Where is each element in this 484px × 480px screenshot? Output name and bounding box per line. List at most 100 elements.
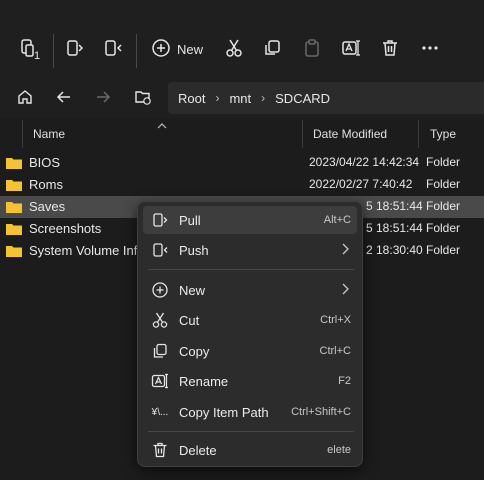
menu-item-shortcut: Alt+C xyxy=(323,214,351,226)
more-options-button[interactable] xyxy=(416,32,444,66)
copy-icon xyxy=(262,38,282,61)
rename-button[interactable] xyxy=(337,32,365,66)
forward-button[interactable] xyxy=(90,86,116,110)
row-type: Folder xyxy=(426,199,461,213)
folder-icon xyxy=(6,201,22,213)
home-icon xyxy=(16,88,34,109)
cut-button[interactable] xyxy=(220,32,248,66)
menu-item-label: Copy Item Path xyxy=(179,405,269,420)
pull-button[interactable] xyxy=(60,32,90,66)
push-icon xyxy=(151,241,169,259)
toolbar-divider xyxy=(136,34,137,68)
trash-icon xyxy=(380,38,400,61)
menu-item-label: Push xyxy=(179,243,209,258)
row-date: 5 18:51:44 xyxy=(366,199,423,213)
menu-item-label: Delete xyxy=(179,443,217,458)
breadcrumb-sdcard[interactable]: SDCARD xyxy=(275,91,330,106)
row-name: System Volume Inf xyxy=(29,243,138,258)
column-date-modified[interactable]: Date Modified xyxy=(313,127,387,141)
menu-item-shortcut: F2 xyxy=(338,375,351,387)
scissors-icon xyxy=(151,311,169,329)
row-date: 5 18:51:44 xyxy=(366,221,423,235)
menu-item-shortcut: Ctrl+C xyxy=(319,345,351,357)
clipboard-icon xyxy=(302,38,322,61)
menu-item-cut[interactable]: Cut Ctrl+X xyxy=(143,306,357,334)
row-type: Folder xyxy=(426,177,461,191)
copy-button[interactable] xyxy=(258,32,286,66)
row-name: BIOS xyxy=(29,155,61,170)
menu-separator xyxy=(148,431,354,432)
column-divider[interactable] xyxy=(302,120,303,148)
plus-circle-icon xyxy=(151,38,171,61)
copy-path-icon: ¥\... xyxy=(151,406,169,418)
toolbar-divider xyxy=(53,34,54,68)
menu-item-delete[interactable]: Delete elete xyxy=(143,436,357,464)
menu-item-label: Copy xyxy=(179,344,210,359)
rename-icon xyxy=(341,38,361,61)
chevron-right-icon: › xyxy=(215,91,220,105)
row-name: Saves xyxy=(29,199,66,214)
home-button[interactable] xyxy=(12,86,38,110)
row-type: Folder xyxy=(426,243,461,257)
column-divider[interactable] xyxy=(22,120,23,148)
column-divider[interactable] xyxy=(418,120,419,148)
arrow-left-icon xyxy=(55,88,73,109)
device-count-badge: 1 xyxy=(34,50,41,62)
pull-icon xyxy=(151,211,169,229)
folder-icon xyxy=(6,223,22,235)
arrow-right-icon xyxy=(94,88,112,109)
breadcrumb-mnt[interactable]: mnt xyxy=(229,91,251,106)
chevron-right-icon: › xyxy=(261,91,266,105)
new-button-label: New xyxy=(176,41,203,57)
menu-item-shortcut: Ctrl+Shift+C xyxy=(291,406,351,418)
folder-icon xyxy=(6,157,22,169)
pull-icon xyxy=(64,37,86,62)
table-row[interactable]: Roms 2022/02/27 7:40:42 Folder xyxy=(0,174,484,196)
column-header: Name Date Modified Type xyxy=(0,120,484,148)
chevron-right-icon xyxy=(339,282,351,299)
new-button[interactable]: New xyxy=(148,32,206,66)
row-date: 2022/02/27 7:40:42 xyxy=(309,177,413,191)
chevron-right-icon xyxy=(339,242,351,259)
plus-circle-icon xyxy=(151,281,169,299)
scissors-icon xyxy=(224,38,244,61)
table-row[interactable]: BIOS 2023/04/22 14:42:34 Folder xyxy=(0,152,484,174)
copy-icon xyxy=(151,342,169,360)
row-date: 2 18:30:40 xyxy=(366,243,423,257)
breadcrumb-root[interactable]: Root xyxy=(178,91,205,106)
row-name: Screenshots xyxy=(29,221,102,236)
menu-item-label: Rename xyxy=(179,374,229,389)
menu-item-copy-item-path[interactable]: ¥\... Copy Item Path Ctrl+Shift+C xyxy=(143,398,357,426)
delete-button[interactable] xyxy=(376,32,404,66)
folder-action-button[interactable] xyxy=(130,86,156,110)
push-icon xyxy=(102,37,124,62)
paste-button[interactable] xyxy=(298,32,326,66)
push-button[interactable] xyxy=(98,32,128,66)
command-bar: 1 New xyxy=(0,0,484,78)
folder-icon xyxy=(6,179,22,191)
row-type: Folder xyxy=(426,221,461,235)
back-button[interactable] xyxy=(51,86,77,110)
menu-separator xyxy=(148,269,354,270)
trash-icon xyxy=(151,441,169,459)
menu-item-push[interactable]: Push xyxy=(143,236,357,264)
menu-item-new[interactable]: New xyxy=(143,276,357,304)
more-dots-icon xyxy=(420,38,440,61)
row-type: Folder xyxy=(426,155,461,169)
device-select-button[interactable]: 1 xyxy=(14,32,46,66)
menu-item-rename[interactable]: Rename F2 xyxy=(143,367,357,395)
folder-refresh-icon xyxy=(134,88,152,109)
column-name[interactable]: Name xyxy=(33,127,65,141)
menu-item-label: Pull xyxy=(179,213,201,228)
context-menu: Pull Alt+C Push New Cut Ctrl+X Copy Ctrl… xyxy=(137,201,363,467)
column-type[interactable]: Type xyxy=(430,127,456,141)
menu-item-shortcut: elete xyxy=(327,444,351,456)
row-name: Roms xyxy=(29,177,63,192)
menu-item-copy[interactable]: Copy Ctrl+C xyxy=(143,337,357,365)
row-date: 2023/04/22 14:42:34 xyxy=(309,155,420,169)
menu-item-pull[interactable]: Pull Alt+C xyxy=(143,206,357,234)
breadcrumb[interactable]: Root › mnt › SDCARD xyxy=(168,82,484,114)
sort-up-icon xyxy=(157,118,167,133)
menu-item-label: Cut xyxy=(179,313,200,328)
menu-item-shortcut: Ctrl+X xyxy=(320,314,351,326)
